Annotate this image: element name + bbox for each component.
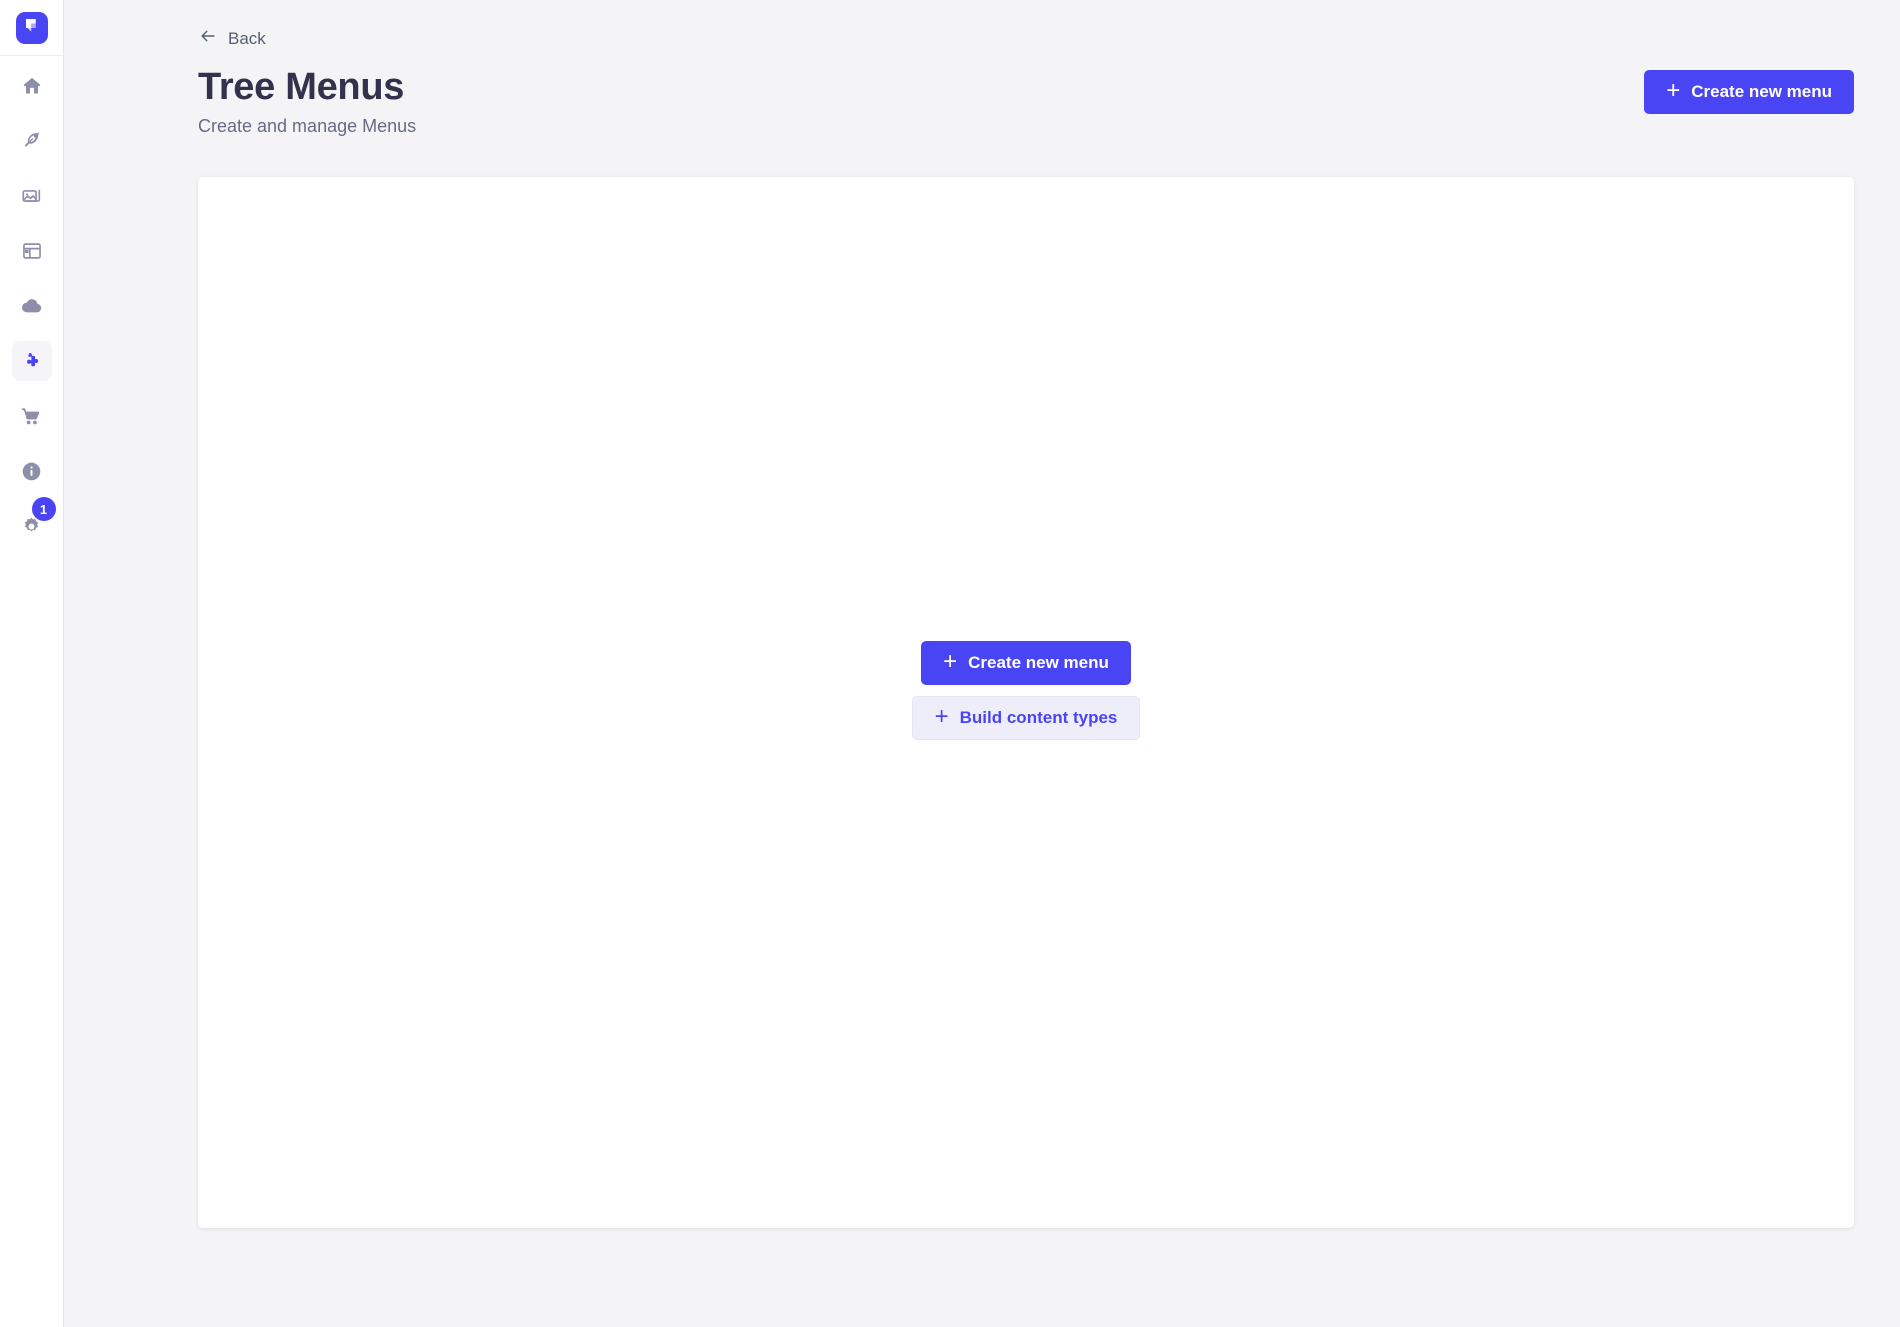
sidebar-item-content-type-builder[interactable] [12,231,52,271]
plus-icon: + [1666,77,1681,104]
build-content-types-button[interactable]: + Build content types [911,695,1141,740]
sidebar-item-media-library[interactable] [12,176,52,216]
layout-icon [21,240,43,262]
page-subtitle: Create and manage Menus [198,115,417,136]
info-icon [20,460,43,483]
logo-container [0,0,64,56]
page-title: Tree Menus [198,66,405,108]
sidebar-item-content-manager[interactable] [12,121,52,161]
build-content-types-button-label: Build content types [959,707,1118,727]
sidebar-item-home[interactable] [12,66,52,106]
create-new-menu-button-header[interactable]: + Create new menu [1644,70,1854,114]
app-logo-button[interactable] [15,11,48,44]
header-actions: + Create new menu [1644,70,1854,114]
create-new-menu-button-label: Create new menu [968,652,1109,672]
images-icon [21,185,43,207]
menus-card: + Create new menu + Build content types [198,176,1854,1228]
cart-icon [20,405,43,428]
feather-icon [21,130,43,152]
home-icon [21,75,43,97]
main-content: Back Tree Menus Create and manage Menus … [64,0,1900,1327]
plus-icon: + [943,647,958,675]
app-root: 1 Back Tree Menus Create and manage Menu… [0,0,1900,1327]
plus-icon: + [934,702,949,730]
arrow-left-icon [198,26,218,51]
back-button[interactable]: Back [198,26,266,51]
sidebar-item-plugins[interactable] [11,341,52,381]
back-button-label: Back [228,28,266,48]
create-new-menu-button[interactable]: + Create new menu [921,640,1131,685]
empty-state: + Create new menu + Build content types [911,640,1141,740]
page-header: Back Tree Menus Create and manage Menus … [64,0,1900,137]
sidebar-item-cloud[interactable] [12,286,52,326]
main-sidebar: 1 [0,0,64,1327]
puzzle-icon [21,350,43,372]
sidebar-item-marketplace[interactable] [12,396,52,436]
strapi-logo-icon [23,16,41,39]
content-area: + Create new menu + Build content types [64,137,1900,1327]
cloud-icon [20,294,44,318]
sidebar-item-settings[interactable]: 1 [12,497,56,546]
create-new-menu-button-header-label: Create new menu [1691,82,1832,101]
sidebar-item-info[interactable] [12,451,52,491]
sidebar-nav: 1 [0,66,64,561]
settings-notification-badge: 1 [31,497,56,521]
